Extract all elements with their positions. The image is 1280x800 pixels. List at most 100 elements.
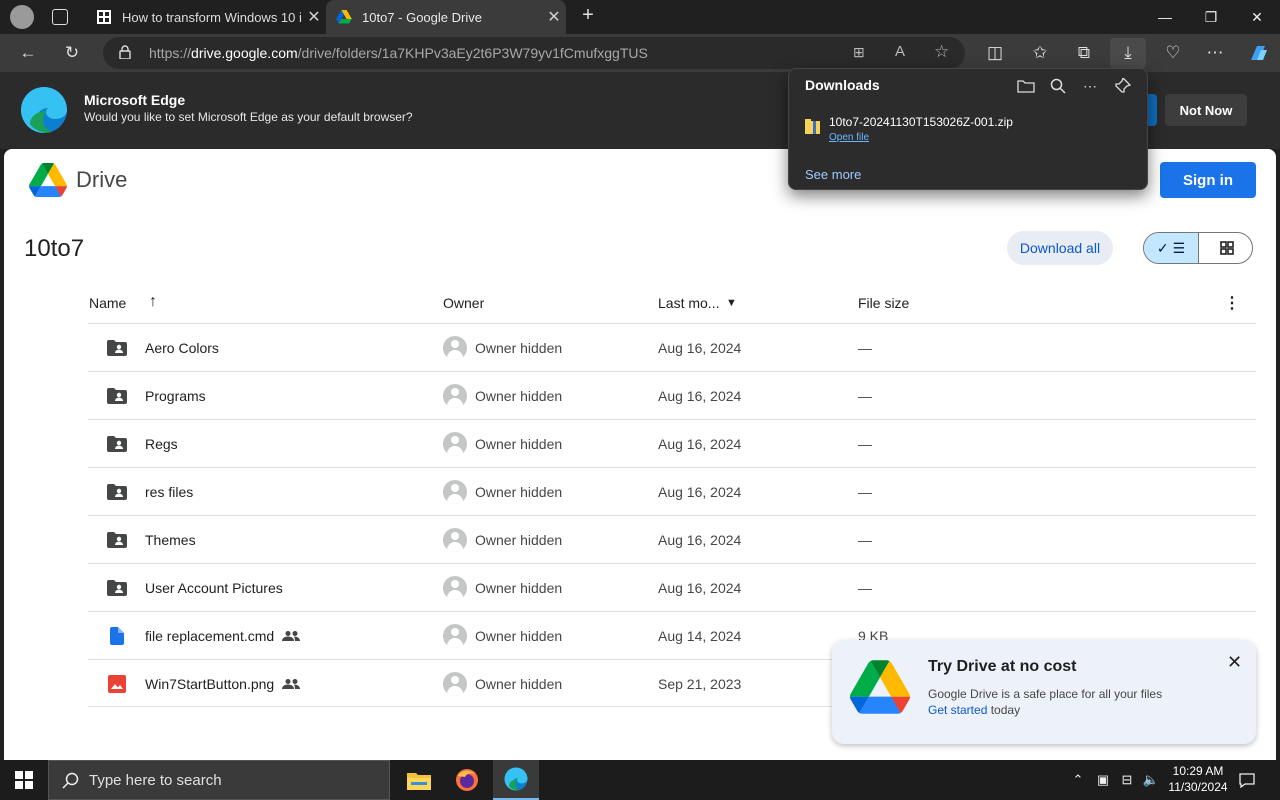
start-button[interactable] — [0, 760, 48, 800]
favorites-icon[interactable]: ✩ — [1025, 38, 1055, 68]
maximize-button[interactable]: ❐ — [1188, 0, 1234, 34]
profile-avatar[interactable] — [10, 5, 34, 29]
list-icon: ☰ — [1172, 239, 1186, 256]
image-file-icon — [106, 660, 128, 708]
clock[interactable]: 10:29 AM 11/30/2024 — [1160, 763, 1236, 795]
download-all-button[interactable]: Download all — [1007, 231, 1113, 265]
open-file-link[interactable]: Open file — [829, 132, 869, 143]
see-more-link[interactable]: See more — [805, 167, 861, 182]
modified-date: Aug 16, 2024 — [658, 532, 742, 548]
table-row[interactable]: Programs Owner hidden Aug 16, 2024 — — [88, 371, 1256, 419]
modified-date: Aug 16, 2024 — [658, 340, 742, 356]
download-file-name[interactable]: 10to7-20241130T153026Z-001.zip — [829, 115, 1013, 129]
avatar — [443, 624, 467, 648]
column-header-size[interactable]: File size — [858, 295, 909, 311]
refresh-icon[interactable]: ↻ — [57, 38, 87, 68]
show-hidden-icons[interactable]: ⌃ — [1068, 760, 1088, 800]
tab-close-icon[interactable]: ✕ — [302, 7, 326, 27]
address-bar[interactable]: https://drive.google.com/drive/folders/1… — [103, 37, 965, 69]
column-header-owner[interactable]: Owner — [443, 295, 484, 311]
copilot-icon[interactable] — [1243, 38, 1273, 68]
shared-folder-icon — [106, 468, 128, 516]
owner-cell: Owner hidden — [443, 516, 562, 564]
table-row[interactable]: Themes Owner hidden Aug 16, 2024 — — [88, 515, 1256, 563]
close-window-button[interactable]: ✕ — [1234, 0, 1280, 34]
firefox-icon[interactable] — [444, 760, 490, 800]
network-icon[interactable]: ▣ — [1092, 760, 1114, 800]
view-toggle: ✓ ☰ — [1143, 232, 1253, 264]
drive-logo-icon[interactable] — [29, 163, 67, 202]
ethernet-icon[interactable]: ⊟ — [1116, 760, 1138, 800]
new-tab-button[interactable]: + — [576, 4, 600, 30]
clock-date: 11/30/2024 — [1168, 780, 1228, 794]
downloads-icon[interactable]: ⤓ — [1110, 38, 1146, 68]
close-icon[interactable]: ✕ — [1227, 652, 1242, 673]
app-available-icon[interactable]: ⊞ — [853, 44, 865, 61]
shared-folder-icon — [106, 420, 128, 468]
shared-folder-icon — [106, 564, 128, 612]
drive-favicon-icon — [336, 9, 352, 25]
table-row[interactable]: Aero Colors Owner hidden Aug 16, 2024 — — [88, 323, 1256, 371]
shared-folder-icon — [106, 372, 128, 420]
lock-icon[interactable] — [119, 45, 131, 60]
pin-icon[interactable] — [1112, 75, 1134, 97]
get-started-link[interactable]: Get started — [928, 703, 987, 717]
grid-view-button[interactable] — [1199, 233, 1252, 263]
owner-cell: Owner hidden — [443, 468, 562, 516]
check-icon: ✓ — [1156, 239, 1169, 256]
file-size: — — [858, 436, 872, 452]
owner-name: Owner hidden — [475, 484, 563, 500]
not-now-button[interactable]: Not Now — [1165, 94, 1247, 126]
downloads-flyout: Downloads ⋯ 10to7-20241130T153026Z-001.z… — [788, 68, 1148, 190]
minimize-button[interactable]: — — [1142, 0, 1188, 34]
clock-time: 10:29 AM — [1172, 764, 1224, 778]
table-row[interactable]: Regs Owner hidden Aug 16, 2024 — — [88, 419, 1256, 467]
tab-actions-icon[interactable] — [52, 9, 68, 25]
browser-essentials-icon[interactable]: ♡ — [1158, 38, 1188, 68]
tab-strip: How to transform Windows 10 in ✕ 10to7 -… — [0, 0, 1280, 34]
search-icon[interactable] — [1047, 75, 1069, 97]
taskbar-search[interactable]: Type here to search — [48, 760, 390, 800]
volume-muted-icon[interactable]: 🔈 — [1140, 760, 1162, 800]
file-size: — — [858, 388, 872, 404]
file-name: Regs — [145, 436, 178, 452]
read-aloud-icon[interactable]: A — [895, 43, 905, 60]
more-options-icon[interactable]: ⋮ — [1224, 293, 1240, 313]
banner-title: Microsoft Edge — [84, 92, 186, 108]
search-icon — [62, 772, 79, 789]
edge-taskbar-icon[interactable] — [493, 760, 539, 800]
settings-more-icon[interactable]: ⋯ — [1200, 38, 1230, 68]
owner-cell: Owner hidden — [443, 420, 562, 468]
try-drive-card: Try Drive at no cost Google Drive is a s… — [832, 640, 1256, 744]
sort-arrow-up-icon[interactable]: ↑ — [149, 293, 157, 311]
sign-in-button[interactable]: Sign in — [1160, 162, 1256, 198]
grid-icon — [1219, 241, 1234, 255]
owner-name: Owner hidden — [475, 628, 563, 644]
browser-toolbar: ← ↻ https://drive.google.com/drive/folde… — [0, 34, 1280, 72]
list-view-button[interactable]: ✓ ☰ — [1144, 233, 1199, 263]
file-name: Aero Colors — [145, 340, 219, 356]
avatar — [443, 336, 467, 360]
favorite-star-icon[interactable]: ☆ — [934, 42, 949, 62]
drive-brand[interactable]: Drive — [76, 167, 127, 193]
shared-folder-icon — [106, 324, 128, 372]
split-screen-icon[interactable]: ◫ — [980, 38, 1010, 68]
file-explorer-icon[interactable] — [396, 760, 442, 800]
table-row[interactable]: User Account Pictures Owner hidden Aug 1… — [88, 563, 1256, 611]
column-header-name[interactable]: Name — [89, 295, 126, 311]
open-folder-icon[interactable] — [1015, 75, 1037, 97]
sort-dropdown-icon[interactable]: ▼ — [726, 297, 737, 309]
collections-icon[interactable]: ⧉ — [1069, 38, 1099, 68]
table-row[interactable]: res files Owner hidden Aug 16, 2024 — — [88, 467, 1256, 515]
tab-google-drive[interactable]: 10to7 - Google Drive ✕ — [326, 0, 566, 34]
avatar — [443, 576, 467, 600]
url-text[interactable]: https://drive.google.com/drive/folders/1… — [149, 45, 648, 61]
more-icon[interactable]: ⋯ — [1079, 75, 1101, 97]
tab-close-icon[interactable]: ✕ — [542, 7, 566, 27]
column-header-modified[interactable]: Last mo... — [658, 295, 719, 311]
tab-windows-article[interactable]: How to transform Windows 10 in ✕ — [86, 0, 326, 34]
back-icon[interactable]: ← — [13, 38, 43, 68]
owner-cell: Owner hidden — [443, 564, 562, 612]
notifications-icon[interactable] — [1236, 760, 1258, 800]
file-name: res files — [145, 484, 194, 500]
